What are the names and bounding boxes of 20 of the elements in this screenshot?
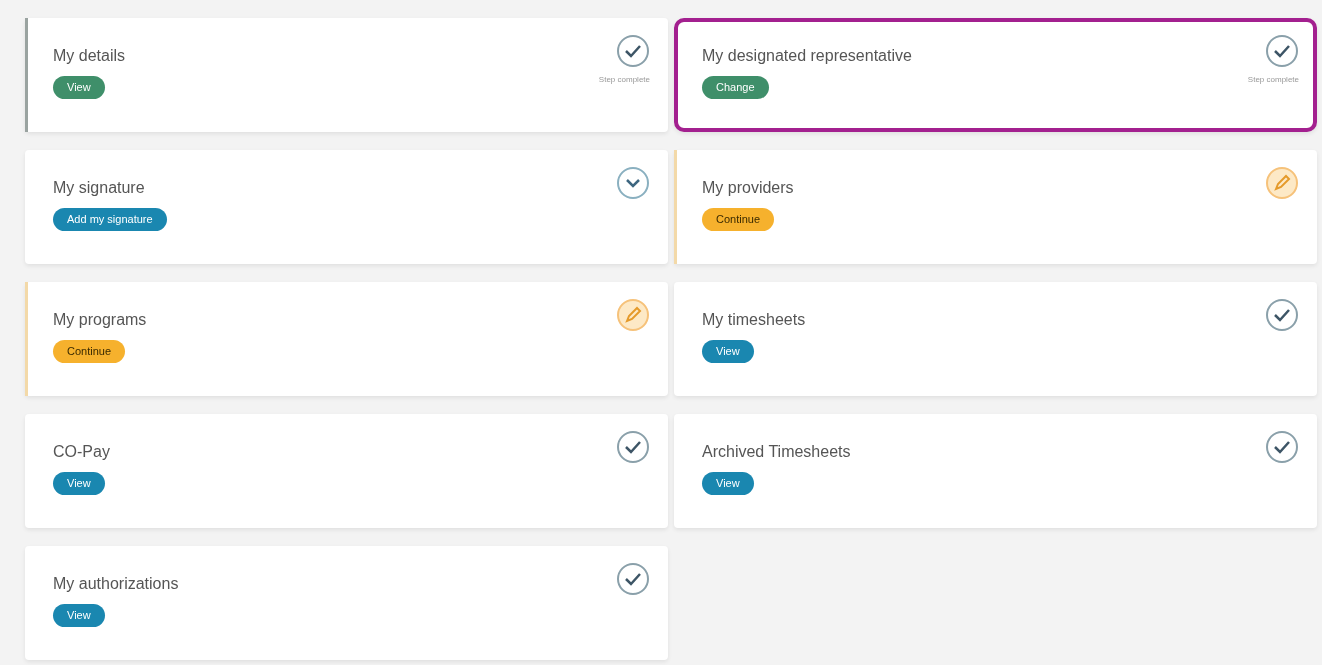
card-title: My timesheets <box>702 310 806 330</box>
action-button[interactable]: View <box>702 472 754 496</box>
status-note: Step complete <box>598 74 650 86</box>
status-note: Step complete <box>1247 74 1299 86</box>
action-button[interactable]: Continue <box>702 208 775 232</box>
action-button[interactable]: Change <box>702 76 769 100</box>
action-button[interactable]: Add my signature <box>53 208 167 232</box>
card-title: CO-Pay <box>53 442 110 462</box>
action-button[interactable]: View <box>53 472 105 496</box>
action-button[interactable]: View <box>702 340 754 364</box>
card-title: Archived Timesheets <box>702 442 851 462</box>
card-title: My providers <box>702 178 794 198</box>
action-button[interactable]: Continue <box>53 340 126 364</box>
action-button[interactable]: View <box>53 76 105 100</box>
card-title: My signature <box>53 178 146 198</box>
card-title: My authorizations <box>53 574 179 594</box>
card-title: My designated representative <box>702 46 912 66</box>
action-button[interactable]: View <box>53 604 105 628</box>
card-title: My programs <box>53 310 147 330</box>
card-title: My details <box>53 46 126 66</box>
